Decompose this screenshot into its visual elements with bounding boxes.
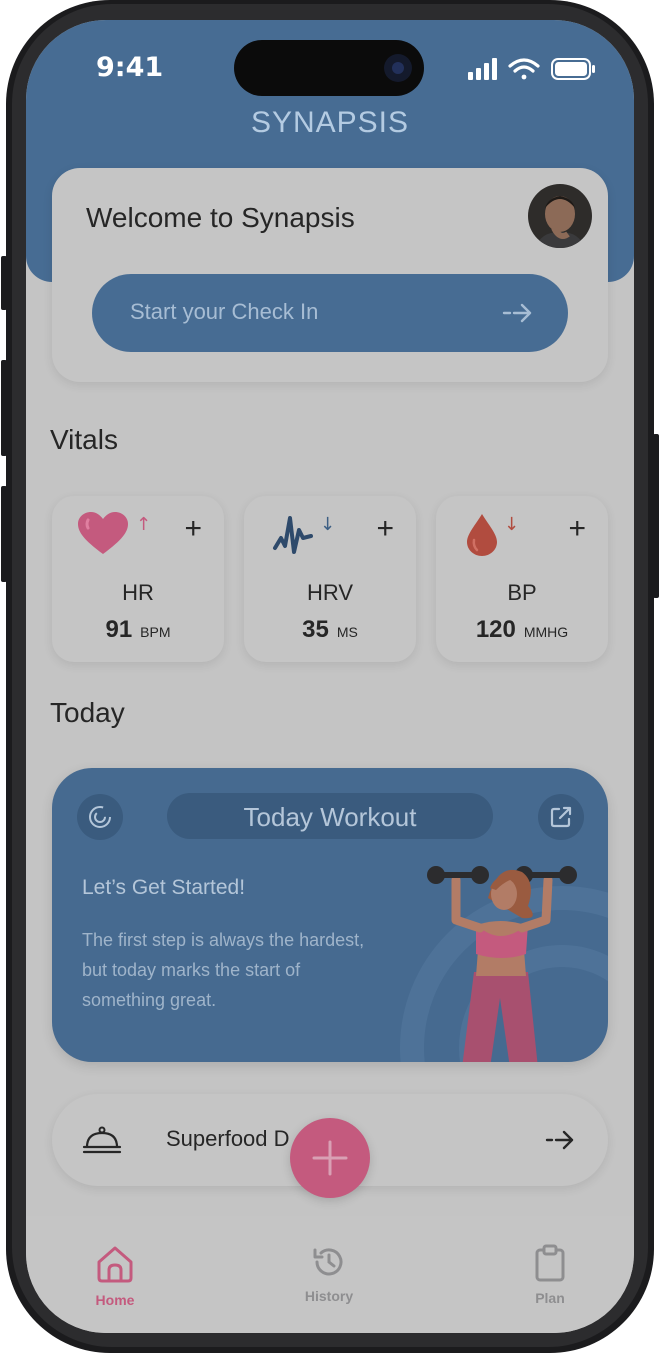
workout-description: The first step is always the hardest, bu… xyxy=(82,930,365,1010)
open-external-button[interactable] xyxy=(538,794,584,840)
nav-label: Plan xyxy=(535,1290,565,1306)
front-camera xyxy=(384,54,412,82)
superfood-label: Superfood D xyxy=(166,1126,290,1151)
vital-card-bp[interactable]: ↓ + BP 120 MMHG xyxy=(436,496,608,662)
workout-illustration xyxy=(392,858,608,1062)
vital-unit: MS xyxy=(336,624,358,640)
vital-number: 91 xyxy=(105,616,133,643)
arrow-right-icon xyxy=(502,302,534,328)
vital-value: 91 BPM xyxy=(52,616,224,644)
wifi-icon xyxy=(508,58,540,80)
status-time: 9:41 xyxy=(96,52,164,83)
checkin-label: Start your Check In xyxy=(130,299,319,324)
vital-number: 35 xyxy=(302,616,329,643)
trend-up-icon: ↑ xyxy=(136,514,152,535)
trend-down-icon: ↓ xyxy=(320,514,336,535)
external-link-icon xyxy=(550,806,572,828)
refresh-icon xyxy=(89,806,111,828)
nav-item-history[interactable]: History xyxy=(269,1244,389,1304)
nav-label: History xyxy=(304,1288,354,1304)
status-icons xyxy=(468,56,598,86)
workout-heading: Let’s Get Started! xyxy=(82,876,246,899)
start-checkin-button[interactable]: Start your Check In xyxy=(92,274,568,352)
bottom-nav: Home History Plan xyxy=(26,1216,634,1333)
workout-title-pill: Today Workout xyxy=(167,793,493,839)
trend-down-icon: ↓ xyxy=(504,514,520,535)
vital-name: HR xyxy=(122,580,154,605)
nav-item-home[interactable]: Home xyxy=(55,1244,175,1308)
power-button xyxy=(653,434,659,598)
signal-icon xyxy=(468,58,497,80)
workout-title: Today Workout xyxy=(243,802,417,832)
heart-icon xyxy=(76,510,130,562)
home-icon xyxy=(97,1246,133,1283)
clipboard-icon xyxy=(535,1244,565,1282)
battery-icon xyxy=(551,58,595,80)
food-cloche-icon xyxy=(82,1124,122,1160)
plus-icon xyxy=(312,1140,348,1176)
vital-unit: BPM xyxy=(140,624,171,640)
vital-unit: MMHG xyxy=(523,624,569,640)
action-button xyxy=(1,256,7,310)
nav-item-plan[interactable]: Plan xyxy=(490,1244,610,1306)
history-icon xyxy=(313,1248,343,1276)
vitals-heading: Vitals xyxy=(50,424,118,455)
vital-card-hr[interactable]: ↑ + HR 91 BPM xyxy=(52,496,224,662)
app-screen: 9:41 SYNAPSIS Welcome to Synapsis Start … xyxy=(26,20,634,1333)
nav-label: Home xyxy=(95,1292,135,1308)
blood-drop-icon xyxy=(464,512,500,562)
vital-card-hrv[interactable]: ↓ + HRV 35 MS xyxy=(244,496,416,662)
dynamic-island xyxy=(234,40,424,96)
volume-down-button xyxy=(1,486,7,582)
welcome-title: Welcome to Synapsis xyxy=(86,202,355,233)
add-hrv-button[interactable]: + xyxy=(376,514,394,544)
vital-value: 35 MS xyxy=(244,616,416,644)
vital-value: 120 MMHG xyxy=(436,616,608,644)
refresh-button[interactable] xyxy=(77,794,123,840)
add-bp-button[interactable]: + xyxy=(568,514,586,544)
vital-number: 120 xyxy=(475,616,516,643)
today-workout-card[interactable]: Today Workout Let’s Get Started! The fir… xyxy=(52,768,608,1062)
volume-up-button xyxy=(1,360,7,456)
app-logo: SYNAPSIS xyxy=(250,106,410,139)
add-hr-button[interactable]: + xyxy=(184,514,202,544)
pulse-wave-icon xyxy=(272,512,316,562)
avatar[interactable] xyxy=(528,184,592,248)
welcome-card: Welcome to Synapsis Start your Check In xyxy=(52,168,608,382)
add-fab-button[interactable] xyxy=(290,1118,370,1198)
vital-name: HRV xyxy=(306,580,354,605)
today-heading: Today xyxy=(50,697,125,728)
arrow-right-icon xyxy=(544,1128,576,1156)
vital-name: BP xyxy=(507,580,537,605)
